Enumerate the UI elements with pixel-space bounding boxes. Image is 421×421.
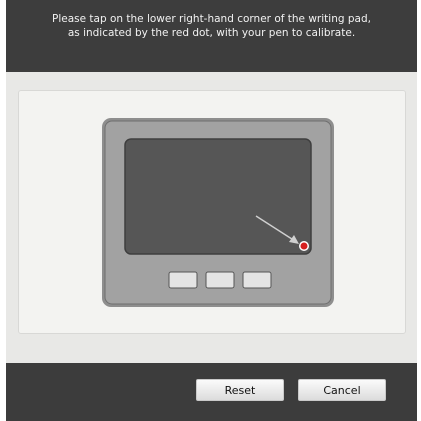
cancel-button[interactable]: Cancel: [298, 379, 386, 401]
button-bar: Reset Cancel: [6, 363, 417, 421]
tablet-button-left: [168, 271, 198, 289]
tablet-button-middle: [205, 271, 235, 289]
calibration-window: Please tap on the lower right-hand corne…: [6, 0, 417, 421]
content-area: [6, 72, 417, 363]
reset-button[interactable]: Reset: [196, 379, 284, 401]
tablet-button-right: [242, 271, 272, 289]
calibration-target-dot[interactable]: [299, 241, 309, 251]
calibration-instruction: Please tap on the lower right-hand corne…: [52, 13, 371, 39]
tablet-illustration: [102, 118, 334, 307]
instruction-header: Please tap on the lower right-hand corne…: [6, 0, 417, 72]
tablet-panel: [18, 90, 406, 334]
writing-pad-screen[interactable]: [124, 138, 312, 255]
